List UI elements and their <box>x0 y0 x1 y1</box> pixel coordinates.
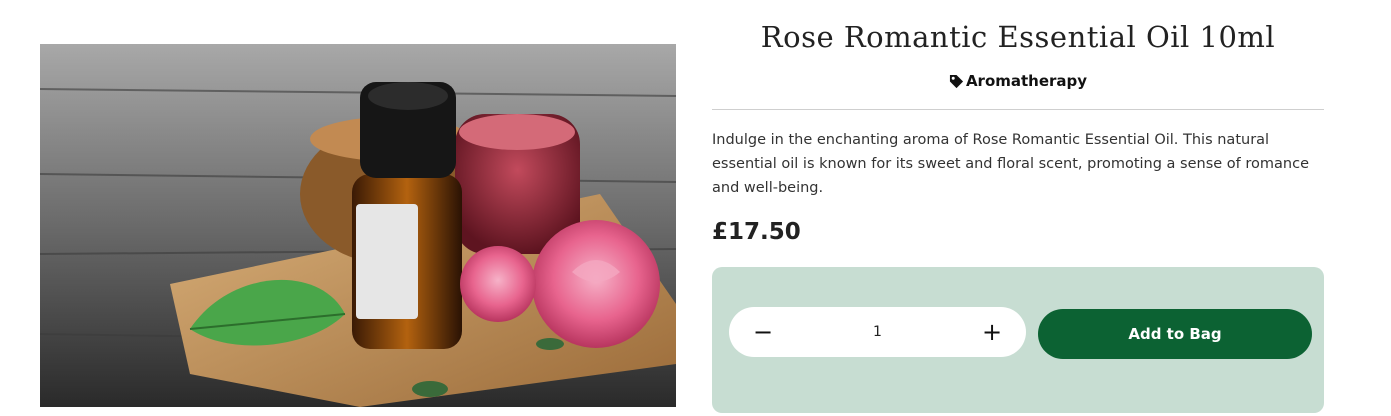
add-to-bag-button[interactable]: Add to Bag <box>1038 309 1312 359</box>
purchase-panel: − + Add to Bag <box>712 267 1324 413</box>
product-category[interactable]: Aromatherapy <box>712 72 1324 90</box>
quantity-input[interactable] <box>835 323 920 341</box>
category-label[interactable]: Aromatherapy <box>966 72 1087 90</box>
tag-icon <box>949 74 964 89</box>
product-image <box>40 44 676 407</box>
divider <box>712 109 1324 110</box>
plus-icon[interactable]: + <box>980 320 1004 344</box>
minus-icon[interactable]: − <box>751 320 775 344</box>
product-page: Rose Romantic Essential Oil 10ml Aromath… <box>0 0 1391 416</box>
product-details: Rose Romantic Essential Oil 10ml Aromath… <box>712 0 1324 416</box>
product-title: Rose Romantic Essential Oil 10ml <box>760 20 1276 54</box>
product-price: £17.50 <box>712 219 801 245</box>
product-description: Indulge in the enchanting aroma of Rose … <box>712 132 1309 196</box>
quantity-stepper: − + <box>729 307 1026 357</box>
